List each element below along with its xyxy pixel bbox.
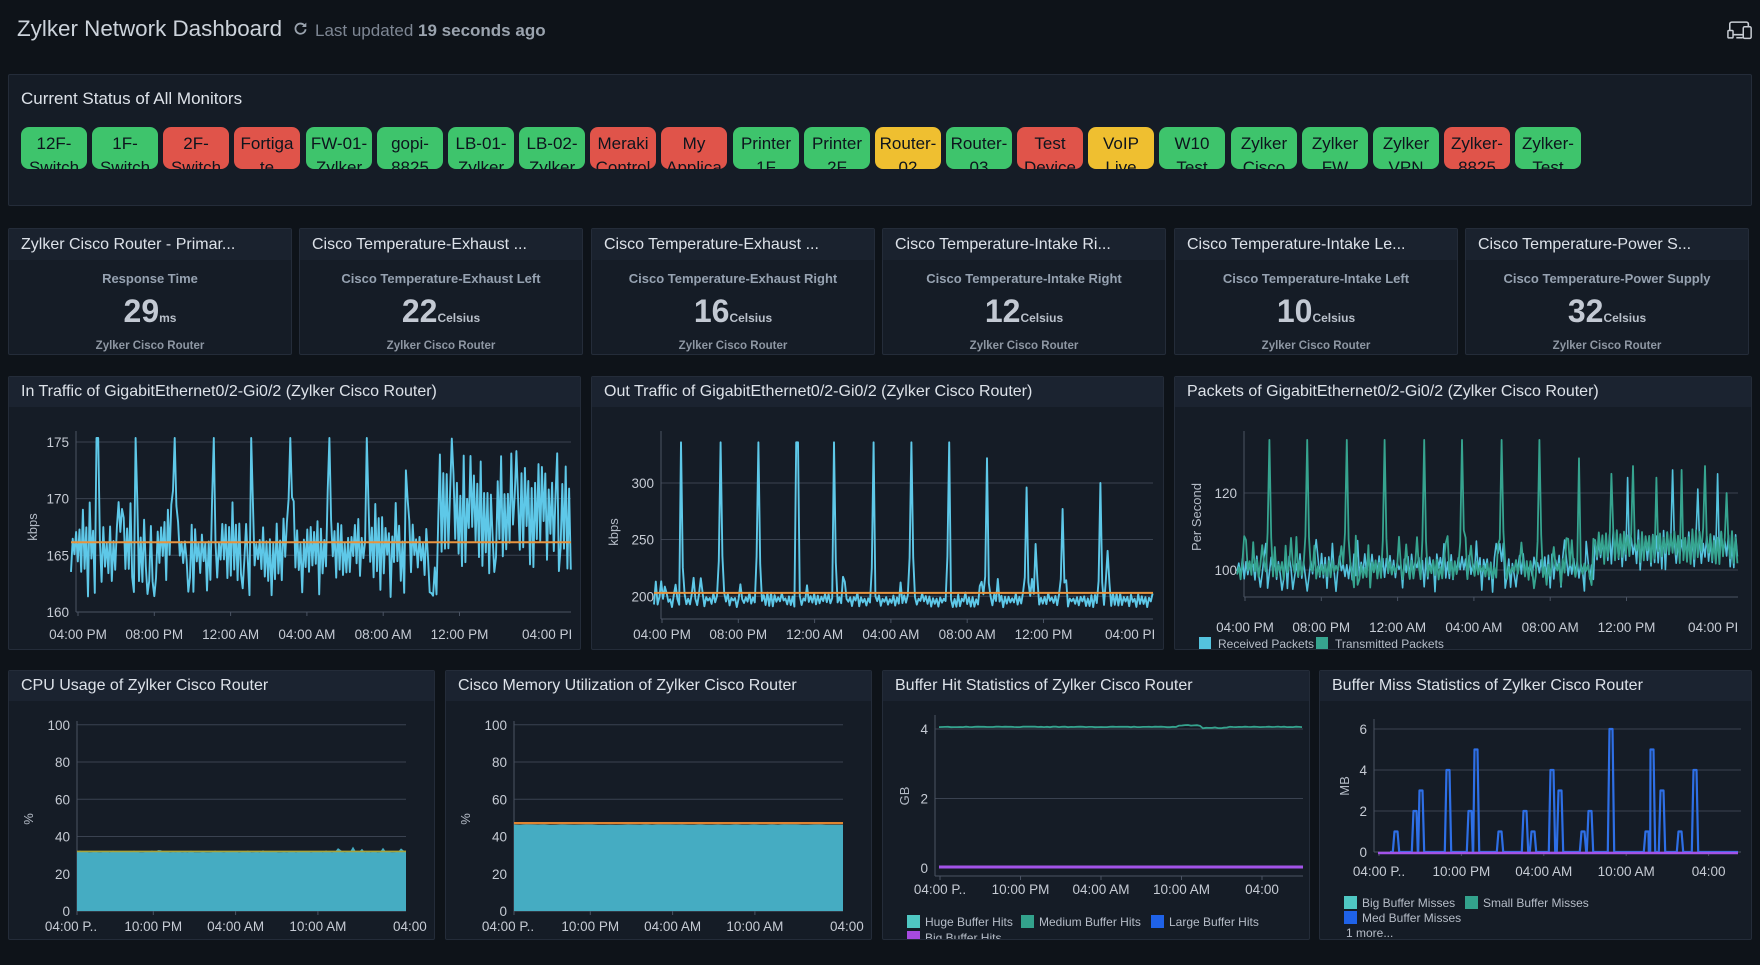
svg-text:12:00 PM: 12:00 PM — [431, 627, 489, 642]
svg-text:175: 175 — [46, 435, 69, 450]
svg-text:60: 60 — [55, 792, 70, 807]
svg-text:0: 0 — [1359, 845, 1367, 860]
svg-text:Med Buffer Misses: Med Buffer Misses — [1362, 911, 1461, 925]
svg-text:20: 20 — [55, 867, 70, 882]
svg-text:170: 170 — [46, 492, 69, 507]
svg-text:4: 4 — [920, 722, 928, 737]
svg-text:08:00 PM: 08:00 PM — [1292, 620, 1350, 635]
svg-text:04:00: 04:00 — [1692, 864, 1726, 879]
svg-text:08:00 AM: 08:00 AM — [939, 627, 996, 642]
svg-text:kbps: kbps — [25, 513, 40, 541]
svg-text:12:00 PM: 12:00 PM — [1015, 627, 1073, 642]
svg-text:10:00 AM: 10:00 AM — [726, 919, 783, 934]
svg-text:%: % — [458, 813, 473, 825]
svg-text:0: 0 — [499, 904, 507, 919]
svg-text:10:00 PM: 10:00 PM — [992, 882, 1050, 897]
svg-text:04:00 P..: 04:00 P.. — [1353, 864, 1405, 879]
svg-text:100: 100 — [1214, 563, 1237, 578]
svg-text:04:00 P..: 04:00 P.. — [482, 919, 534, 934]
svg-text:2: 2 — [1359, 804, 1367, 819]
svg-text:04:00 AM: 04:00 AM — [862, 627, 919, 642]
svg-text:04:00 PI: 04:00 PI — [1105, 627, 1155, 642]
svg-text:12:00 AM: 12:00 AM — [202, 627, 259, 642]
svg-text:2: 2 — [920, 792, 928, 807]
svg-text:Big Buffer Misses: Big Buffer Misses — [1362, 896, 1455, 910]
svg-text:04:00 AM: 04:00 AM — [644, 919, 701, 934]
svg-text:0: 0 — [920, 861, 928, 876]
svg-text:04:00: 04:00 — [1245, 882, 1279, 897]
svg-text:10:00 PM: 10:00 PM — [561, 919, 619, 934]
svg-text:10:00 PM: 10:00 PM — [1433, 864, 1491, 879]
svg-text:Huge Buffer Hits: Huge Buffer Hits — [925, 915, 1013, 929]
svg-text:40: 40 — [55, 830, 70, 845]
svg-text:20: 20 — [492, 867, 507, 882]
svg-text:120: 120 — [1214, 486, 1237, 501]
svg-text:160: 160 — [46, 605, 69, 620]
svg-text:10:00 AM: 10:00 AM — [289, 919, 346, 934]
svg-text:1 more...: 1 more... — [1346, 926, 1393, 940]
svg-text:04:00: 04:00 — [830, 919, 864, 934]
svg-text:10:00 AM: 10:00 AM — [1598, 864, 1655, 879]
svg-text:100: 100 — [47, 718, 70, 733]
svg-text:kbps: kbps — [606, 518, 621, 546]
svg-text:04:00 AM: 04:00 AM — [1072, 882, 1129, 897]
svg-text:04:00 PM: 04:00 PM — [1216, 620, 1274, 635]
svg-text:04:00 AM: 04:00 AM — [207, 919, 264, 934]
svg-text:Per Second: Per Second — [1189, 483, 1204, 551]
svg-text:08:00 AM: 08:00 AM — [355, 627, 412, 642]
svg-text:80: 80 — [55, 755, 70, 770]
svg-text:Received Packets: Received Packets — [1218, 637, 1314, 650]
svg-text:%: % — [21, 813, 36, 825]
svg-text:08:00 AM: 08:00 AM — [1522, 620, 1579, 635]
svg-text:10:00 PM: 10:00 PM — [124, 919, 182, 934]
svg-text:Medium Buffer Hits: Medium Buffer Hits — [1039, 915, 1141, 929]
svg-text:300: 300 — [631, 476, 654, 491]
svg-text:12:00 AM: 12:00 AM — [786, 627, 843, 642]
svg-text:04:00 P..: 04:00 P.. — [45, 919, 97, 934]
svg-text:40: 40 — [492, 830, 507, 845]
svg-text:0: 0 — [62, 904, 70, 919]
svg-text:08:00 PM: 08:00 PM — [125, 627, 183, 642]
svg-text:04:00: 04:00 — [393, 919, 427, 934]
svg-text:04:00 AM: 04:00 AM — [278, 627, 335, 642]
svg-text:04:00 PM: 04:00 PM — [49, 627, 107, 642]
svg-text:MB: MB — [1337, 776, 1352, 796]
svg-text:6: 6 — [1359, 722, 1367, 737]
svg-text:12:00 AM: 12:00 AM — [1369, 620, 1426, 635]
svg-text:08:00 PM: 08:00 PM — [709, 627, 767, 642]
svg-text:04:00 AM: 04:00 AM — [1515, 864, 1572, 879]
svg-text:250: 250 — [631, 533, 654, 548]
svg-text:200: 200 — [631, 589, 654, 604]
svg-text:04:00 PI: 04:00 PI — [1688, 620, 1738, 635]
svg-text:4: 4 — [1359, 763, 1367, 778]
svg-text:04:00 P..: 04:00 P.. — [914, 882, 966, 897]
svg-text:Small Buffer Misses: Small Buffer Misses — [1483, 896, 1589, 910]
svg-text:165: 165 — [46, 548, 69, 563]
svg-text:60: 60 — [492, 792, 507, 807]
svg-text:GB: GB — [897, 787, 912, 806]
svg-text:80: 80 — [492, 755, 507, 770]
svg-text:Big Buffer Hits: Big Buffer Hits — [925, 931, 1001, 940]
svg-text:12:00 PM: 12:00 PM — [1598, 620, 1656, 635]
svg-text:04:00 PI: 04:00 PI — [522, 627, 572, 642]
svg-text:Transmitted Packets: Transmitted Packets — [1335, 637, 1444, 650]
svg-text:04:00 AM: 04:00 AM — [1445, 620, 1502, 635]
svg-text:04:00 PM: 04:00 PM — [633, 627, 691, 642]
svg-text:10:00 AM: 10:00 AM — [1153, 882, 1210, 897]
svg-text:Large Buffer Hits: Large Buffer Hits — [1169, 915, 1259, 929]
svg-text:100: 100 — [484, 718, 507, 733]
